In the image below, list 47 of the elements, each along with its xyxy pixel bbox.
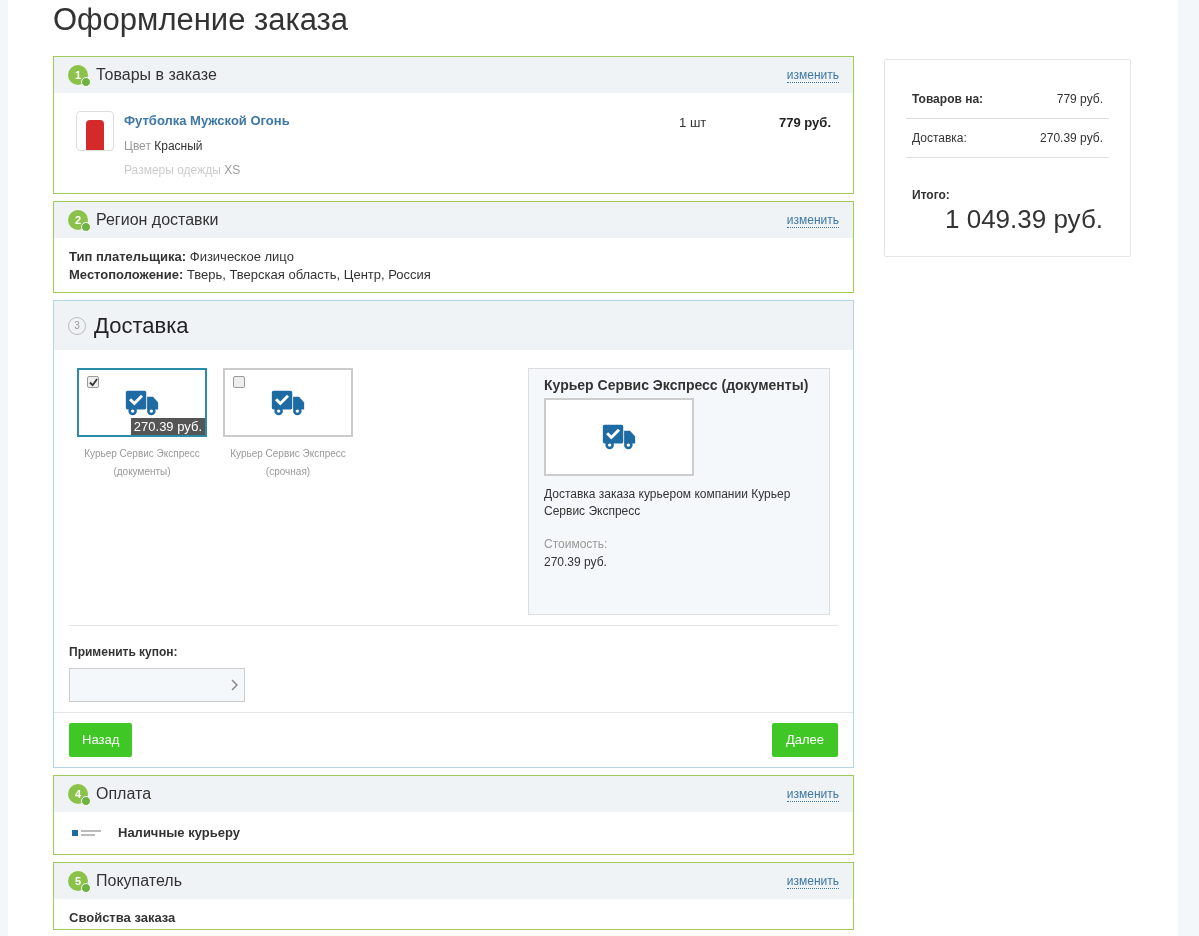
delivery-details-title: Курьер Сервис Экспресс (документы): [544, 376, 810, 394]
region-line: Местоположение: Тверь, Тверская область, Центр, Россия: [69, 266, 432, 284]
buyer-subtitle: Свойства заказа: [69, 910, 176, 925]
product-thumbnail: [76, 111, 114, 151]
step-done-badge: 5: [68, 871, 88, 891]
delivery-option-card[interactable]: 270.39 руб.: [77, 368, 207, 437]
section-title: Оплата: [96, 784, 152, 804]
payment-method: Наличные курьеру: [118, 824, 240, 843]
change-link[interactable]: изменить: [786, 67, 839, 83]
checkbox[interactable]: [233, 376, 245, 388]
change-link[interactable]: изменить: [786, 786, 839, 802]
coupon-field[interactable]: [69, 668, 245, 702]
summary-value: 270.39 руб.: [1040, 130, 1103, 147]
coupon-label: Применить купон:: [69, 644, 179, 661]
truck-icon: [271, 388, 305, 417]
delivery-description: Доставка заказа курьером компании Курьер Сервис Экспресс: [544, 486, 792, 520]
summary-label: Доставка:: [912, 130, 967, 147]
truck-icon: [125, 388, 159, 417]
summary-value: 779 руб.: [1056, 91, 1103, 108]
price-tag: 270.39 руб.: [130, 418, 205, 435]
region-line: Тип плательщика: Физическое лицо: [69, 248, 295, 266]
cost-value: 270.39 руб.: [544, 554, 608, 571]
truck-icon: [602, 423, 636, 451]
product-link[interactable]: Футболка Мужской Огонь: [124, 111, 680, 131]
delivery-option-name: Курьер Сервис Экспресс (документы): [83, 447, 201, 479]
total-label: Итого:: [911, 187, 951, 204]
item-price: 779 руб.: [779, 114, 831, 132]
section-title: Регион доставки: [96, 210, 219, 230]
payment-logo-icon: [72, 827, 104, 839]
product-property: Цвет Красный: [124, 137, 204, 155]
section-title: Доставка: [94, 312, 189, 340]
page-title: Оформление заказа: [53, 1, 350, 38]
section-title: Покупатель: [96, 871, 182, 891]
chevron-right-icon[interactable]: [230, 679, 238, 691]
summary-label: Товаров на:: [912, 91, 984, 108]
checkbox[interactable]: [87, 376, 99, 388]
total-value: 1 049.39 руб.: [944, 204, 1104, 234]
step-done-badge: 1: [68, 65, 88, 85]
cost-label: Стоимость:: [544, 536, 609, 553]
delivery-option-card[interactable]: [223, 368, 353, 437]
change-link[interactable]: изменить: [786, 212, 839, 228]
step-done-badge: 2: [68, 210, 88, 230]
section-title: Товары в заказе: [96, 65, 217, 85]
step-done-badge: 4: [68, 784, 88, 804]
change-link[interactable]: изменить: [786, 873, 839, 889]
quantity: 1 шт: [679, 114, 708, 132]
delivery-option-name: Курьер Сервис Экспресс (срочная): [229, 447, 347, 479]
